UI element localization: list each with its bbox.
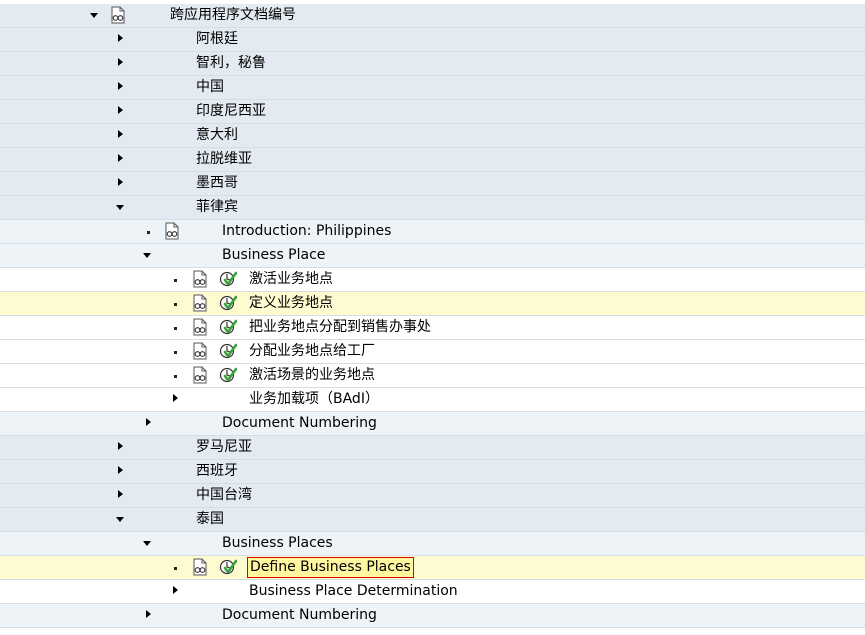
tree-node-business-places[interactable]: Business Places (0, 532, 865, 556)
tree-node-label[interactable]: 业务加载项（BAdI） (249, 390, 379, 409)
tree-node-activity-highlighted[interactable]: 定义业务地点 (0, 292, 865, 316)
leaf-bullet-icon (174, 279, 177, 282)
glasses-document-icon[interactable] (192, 294, 208, 312)
collapse-arrow-icon[interactable] (143, 541, 151, 546)
glasses-document-icon[interactable] (192, 342, 208, 360)
expand-arrow-icon[interactable] (118, 178, 123, 186)
collapse-arrow-icon[interactable] (90, 13, 98, 18)
expand-arrow-icon[interactable] (118, 154, 123, 162)
execute-clock-check-icon[interactable] (219, 366, 237, 384)
tree-node-label-selected[interactable]: Define Business Places (247, 557, 414, 578)
collapse-arrow-icon[interactable] (116, 205, 124, 210)
glasses-document-icon[interactable] (110, 6, 126, 24)
tree-node-country[interactable]: 西班牙 (0, 460, 865, 484)
tree-node-label[interactable]: Business Place Determination (249, 582, 458, 601)
tree-node-label[interactable]: 意大利 (196, 126, 238, 145)
tree-node-label[interactable]: 定义业务地点 (249, 294, 333, 313)
glasses-document-icon[interactable] (192, 558, 208, 576)
tree-node-country[interactable]: 意大利 (0, 124, 865, 148)
expand-arrow-icon[interactable] (118, 34, 123, 42)
tree-node-label[interactable]: Business Place (222, 246, 325, 265)
expand-arrow-icon[interactable] (118, 442, 123, 450)
tree-node-label[interactable]: 泰国 (196, 510, 224, 529)
execute-clock-check-icon[interactable] (219, 270, 237, 288)
expand-arrow-icon[interactable] (146, 418, 151, 426)
glasses-document-icon[interactable] (192, 318, 208, 336)
tree-node-country[interactable]: 阿根廷 (0, 28, 865, 52)
tree-node-label[interactable]: 菲律宾 (196, 198, 238, 217)
execute-clock-check-icon[interactable] (219, 342, 237, 360)
execute-clock-check-icon[interactable] (219, 558, 237, 576)
tree-node-label[interactable]: 把业务地点分配到销售办事处 (249, 318, 431, 337)
expand-arrow-icon[interactable] (118, 106, 123, 114)
tree-node-introduction[interactable]: Introduction: Philippines (0, 220, 865, 244)
execute-clock-check-icon[interactable] (219, 294, 237, 312)
leaf-bullet-icon (174, 567, 177, 570)
execute-clock-check-icon[interactable] (219, 318, 237, 336)
tree-node-country-thailand[interactable]: 泰国 (0, 508, 865, 532)
tree-node-label[interactable]: 智利，秘鲁 (196, 54, 266, 73)
tree-node-country[interactable]: 智利，秘鲁 (0, 52, 865, 76)
tree-node-activity[interactable]: 把业务地点分配到销售办事处 (0, 316, 865, 340)
tree-node-label[interactable]: 中国台湾 (196, 486, 252, 505)
tree-node-label[interactable]: 跨应用程序文档编号 (170, 6, 296, 25)
leaf-bullet-icon (174, 351, 177, 354)
tree-node-label[interactable]: 墨西哥 (196, 174, 238, 193)
tree-node-country[interactable]: 中国台湾 (0, 484, 865, 508)
tree-node-country-philippines[interactable]: 菲律宾 (0, 196, 865, 220)
expand-arrow-icon[interactable] (118, 82, 123, 90)
tree-node-badi[interactable]: 业务加载项（BAdI） (0, 388, 865, 412)
glasses-document-icon[interactable] (192, 270, 208, 288)
expand-arrow-icon[interactable] (118, 490, 123, 498)
tree-node-business-place-determination[interactable]: Business Place Determination (0, 580, 865, 604)
expand-arrow-icon[interactable] (118, 466, 123, 474)
tree-node-label[interactable]: 西班牙 (196, 462, 238, 481)
collapse-arrow-icon[interactable] (116, 517, 124, 522)
tree-node-activity-selected[interactable]: Define Business Places (0, 556, 865, 580)
expand-arrow-icon[interactable] (173, 394, 178, 402)
tree-node-label[interactable]: Business Places (222, 534, 333, 553)
tree-node-activity[interactable]: 激活场景的业务地点 (0, 364, 865, 388)
tree-node-label[interactable]: 拉脱维亚 (196, 150, 252, 169)
tree-node-business-place[interactable]: Business Place (0, 244, 865, 268)
tree-node-label[interactable]: 阿根廷 (196, 30, 238, 49)
tree-node-activity[interactable]: 激活业务地点 (0, 268, 865, 292)
img-tree: 跨应用程序文档编号 阿根廷 智利，秘鲁 中国 印度尼西亚 意大利 拉脱维亚 墨西… (0, 0, 865, 635)
tree-node-label[interactable]: Document Numbering (222, 606, 377, 625)
tree-node-label[interactable]: 印度尼西亚 (196, 102, 266, 121)
tree-node-label[interactable]: Introduction: Philippines (222, 222, 391, 241)
tree-node-country[interactable]: 拉脱维亚 (0, 148, 865, 172)
tree-node-label[interactable]: 中国 (196, 78, 224, 97)
glasses-document-icon[interactable] (192, 366, 208, 384)
tree-node-label[interactable]: 罗马尼亚 (196, 438, 252, 457)
leaf-bullet-icon (174, 303, 177, 306)
leaf-bullet-icon (174, 327, 177, 330)
expand-arrow-icon[interactable] (118, 58, 123, 66)
leaf-bullet-icon (147, 231, 150, 234)
expand-arrow-icon[interactable] (146, 610, 151, 618)
tree-node-label[interactable]: 激活场景的业务地点 (249, 366, 375, 385)
tree-node-label[interactable]: 激活业务地点 (249, 270, 333, 289)
tree-node-country[interactable]: 罗马尼亚 (0, 436, 865, 460)
tree-node-activity[interactable]: 分配业务地点给工厂 (0, 340, 865, 364)
tree-node-document-numbering[interactable]: Document Numbering (0, 412, 865, 436)
expand-arrow-icon[interactable] (118, 130, 123, 138)
tree-node-root[interactable]: 跨应用程序文档编号 (0, 4, 865, 28)
tree-node-country[interactable]: 印度尼西亚 (0, 100, 865, 124)
tree-node-label[interactable]: 分配业务地点给工厂 (249, 342, 375, 361)
tree-node-label[interactable]: Document Numbering (222, 414, 377, 433)
leaf-bullet-icon (174, 375, 177, 378)
tree-node-document-numbering[interactable]: Document Numbering (0, 604, 865, 628)
glasses-document-icon[interactable] (164, 222, 180, 240)
tree-node-country[interactable]: 中国 (0, 76, 865, 100)
collapse-arrow-icon[interactable] (143, 253, 151, 258)
tree-node-country[interactable]: 墨西哥 (0, 172, 865, 196)
expand-arrow-icon[interactable] (173, 586, 178, 594)
